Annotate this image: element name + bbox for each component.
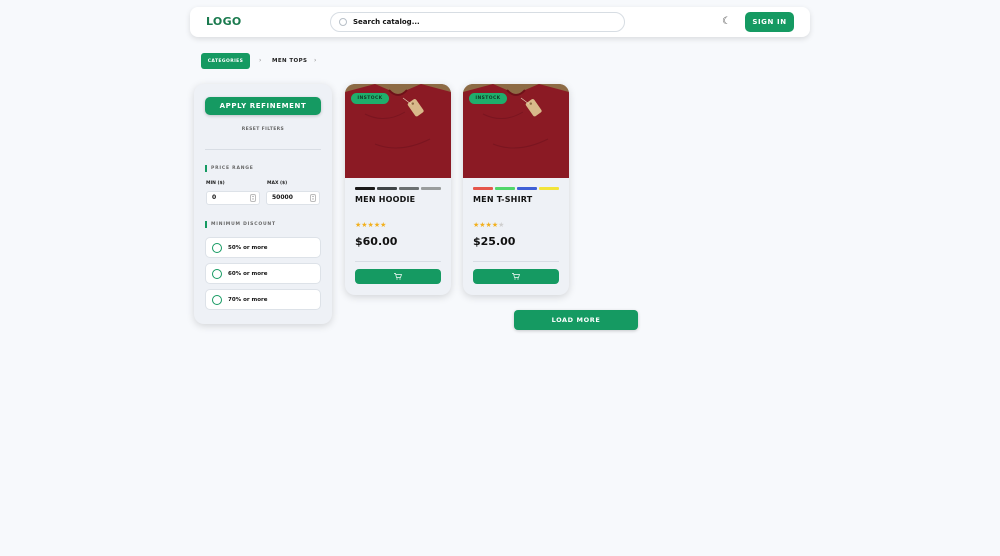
load-more-button[interactable]: LOAD MORE <box>514 310 638 330</box>
apply-refinement-button[interactable]: APPLY REFINEMENT <box>205 97 321 115</box>
divider <box>205 149 321 150</box>
min-price-input[interactable]: 0 ▴ ▾ <box>206 191 260 205</box>
divider <box>473 261 559 262</box>
color-swatch[interactable] <box>399 187 419 190</box>
filter-sidebar: APPLY REFINEMENT RESET FILTERS PRICE RAN… <box>194 84 332 324</box>
color-swatches <box>355 187 441 190</box>
discount-label: 70% or more <box>228 296 268 303</box>
logo[interactable]: LOGO <box>206 15 242 28</box>
color-swatch[interactable] <box>495 187 515 190</box>
minimum-discount-title: MINIMUM DISCOUNT <box>205 221 276 228</box>
stepper-icon[interactable]: ▴ ▾ <box>310 194 316 202</box>
product-title[interactable]: MEN T-SHIRT <box>473 195 532 204</box>
radio-button[interactable] <box>212 294 222 305</box>
filled-stars: ★★★★★ <box>355 221 387 229</box>
breadcrumb-separator: › <box>314 57 317 64</box>
empty-stars: ★ <box>498 221 505 229</box>
moon-icon[interactable]: ☾ <box>722 16 731 27</box>
add-to-cart-button[interactable] <box>473 269 559 284</box>
product-title[interactable]: MEN HOODIE <box>355 195 415 204</box>
product-image[interactable]: INSTOCK <box>463 84 569 178</box>
reset-filters-link[interactable]: RESET FILTERS <box>194 127 332 132</box>
max-price-input[interactable]: 50000 ▴ ▾ <box>266 191 320 205</box>
discount-option-50[interactable]: 50% or more <box>205 237 321 258</box>
stock-badge: INSTOCK <box>469 93 507 104</box>
rating-stars: ★★★★★ <box>473 221 504 229</box>
search-input[interactable] <box>353 18 603 26</box>
discount-option-60[interactable]: 60% or more <box>205 263 321 284</box>
discount-option-70[interactable]: 70% or more <box>205 289 321 310</box>
breadcrumb-current[interactable]: MEN TOPS <box>272 58 307 64</box>
product-price: $25.00 <box>473 235 516 248</box>
divider <box>355 261 441 262</box>
color-swatch[interactable] <box>377 187 397 190</box>
breadcrumb-separator: › <box>259 57 262 64</box>
max-label: MAX ($) <box>267 181 288 186</box>
breadcrumb-categories[interactable]: CATEGORIES <box>201 53 250 69</box>
sign-in-button[interactable]: SIGN IN <box>745 12 794 32</box>
add-to-cart-button[interactable] <box>355 269 441 284</box>
product-image[interactable]: INSTOCK <box>345 84 451 178</box>
filled-stars: ★★★★ <box>473 221 499 229</box>
color-swatches <box>473 187 559 190</box>
color-swatch[interactable] <box>539 187 559 190</box>
cart-icon <box>394 273 402 280</box>
stock-badge: INSTOCK <box>351 93 389 104</box>
product-price: $60.00 <box>355 235 398 248</box>
product-card[interactable]: INSTOCK MEN T-SHIRT ★★★★★ $25.00 <box>463 84 569 295</box>
stepper-icon[interactable]: ▴ ▾ <box>250 194 256 202</box>
color-swatch[interactable] <box>355 187 375 190</box>
radio-button[interactable] <box>212 242 222 253</box>
rating-stars: ★★★★★ <box>355 221 386 229</box>
discount-label: 50% or more <box>228 244 268 251</box>
product-card[interactable]: INSTOCK MEN HOODIE ★★★★★ $60.00 <box>345 84 451 295</box>
min-price-value: 0 <box>212 194 217 201</box>
search-bar[interactable] <box>330 12 625 32</box>
color-swatch[interactable] <box>517 187 537 190</box>
search-icon <box>339 18 347 26</box>
color-swatch[interactable] <box>421 187 441 190</box>
min-label: MIN ($) <box>206 181 225 186</box>
radio-button[interactable] <box>212 268 222 279</box>
cart-icon <box>512 273 520 280</box>
max-price-value: 50000 <box>272 194 293 201</box>
top-navbar: LOGO ☾ SIGN IN <box>190 7 810 37</box>
price-range-title: PRICE RANGE <box>205 165 254 172</box>
color-swatch[interactable] <box>473 187 493 190</box>
discount-label: 60% or more <box>228 270 268 277</box>
